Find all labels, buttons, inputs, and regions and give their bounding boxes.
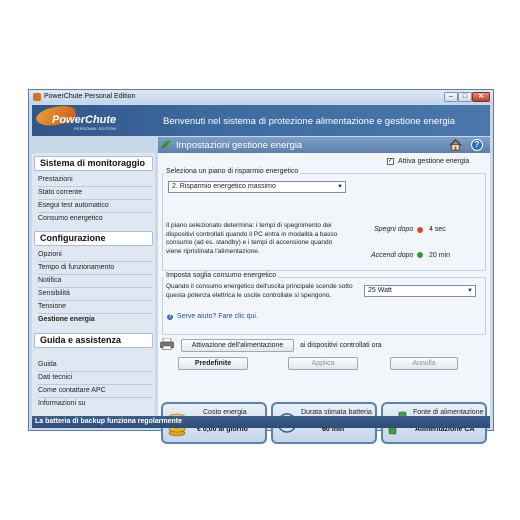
sidebar-heading-guida: Guida e assistenza xyxy=(34,333,153,348)
battery-runtime-title: Durata stimata batteria xyxy=(301,409,372,416)
sidebar-item-opzioni[interactable]: Opzioni xyxy=(38,251,62,258)
plan-select-value: 2. Risparmio energetico massimo xyxy=(172,183,276,190)
on-label: Accendi dopo xyxy=(371,252,414,259)
threshold-group-title: Imposta soglia consumo energetico xyxy=(164,272,279,279)
sidebar-item-gestione-energia[interactable]: Gestione energia xyxy=(38,316,95,323)
off-label: Spegni dopo xyxy=(374,226,414,233)
power-source-title: Fonte di alimentazione xyxy=(413,409,484,416)
printer-icon xyxy=(160,338,174,350)
sidebar-item-notifica[interactable]: Notifica xyxy=(38,277,61,284)
close-button[interactable]: ✕ xyxy=(472,92,490,102)
section-title: Impostazioni gestione energia xyxy=(176,140,303,151)
sidebar-item-guida[interactable]: Guida xyxy=(38,361,57,368)
defaults-button[interactable]: Predefinite xyxy=(178,357,248,370)
main-content: ✓ Attiva gestione energia Seleziona un p… xyxy=(158,153,490,416)
power-on-now-button[interactable]: Attivazione dell'alimentazione xyxy=(181,339,294,352)
threshold-select[interactable]: 25 Watt ▼ xyxy=(364,285,476,297)
banner: PowerChute PERSONAL EDITION Benvenuti ne… xyxy=(32,103,490,136)
logo-name: PowerChute xyxy=(52,114,117,126)
threshold-select-value: 25 Watt xyxy=(368,287,392,294)
maximize-button[interactable]: □ xyxy=(458,92,472,102)
status-bar: La batteria di backup funziona regolarme… xyxy=(32,416,490,428)
minimize-button[interactable]: – xyxy=(444,92,458,102)
help-icon[interactable]: ? xyxy=(471,139,483,151)
sidebar-item-test-automatico[interactable]: Esegui test automatico xyxy=(38,202,109,209)
divider xyxy=(38,274,153,275)
app-icon xyxy=(33,93,41,101)
leaf-icon xyxy=(161,139,171,149)
divider xyxy=(38,261,153,262)
divider xyxy=(38,397,153,398)
sidebar-item-tensione[interactable]: Tensione xyxy=(38,303,66,310)
sidebar-heading-monitoring: Sistema di monitoraggio xyxy=(34,156,153,171)
logo-subtitle: PERSONAL EDITION xyxy=(74,126,117,131)
sidebar: Sistema di monitoraggio Prestazioni Stat… xyxy=(32,153,155,416)
apply-button[interactable]: Applica xyxy=(288,357,358,370)
plan-select[interactable]: 2. Risparmio energetico massimo ▼ xyxy=(168,181,346,193)
app-window: PowerChute Personal Edition – □ ✕ PowerC… xyxy=(28,89,494,444)
sidebar-heading-configurazione: Configurazione xyxy=(34,231,153,246)
divider xyxy=(38,287,153,288)
sidebar-item-stato-corrente[interactable]: Stato corrente xyxy=(38,189,82,196)
help-link[interactable]: Serve aiuto? Fare clic qui. xyxy=(177,313,258,320)
divider xyxy=(38,199,153,200)
sidebar-item-contattare-apc[interactable]: Come contattare APC xyxy=(38,387,106,394)
on-value: 20 min xyxy=(429,252,451,259)
divider xyxy=(38,300,153,301)
sidebar-item-consumo-energetico[interactable]: Consumo energetico xyxy=(38,215,103,222)
sidebar-item-sensibilita[interactable]: Sensibilità xyxy=(38,290,70,297)
power-on-suffix: ai dispositivi controllati ora xyxy=(300,342,382,349)
status-text: La batteria di backup funziona regolarme… xyxy=(35,418,183,425)
divider xyxy=(38,313,153,314)
help-link-icon: ? xyxy=(166,313,174,321)
sidebar-item-tempo-funzionamento[interactable]: Tempo di funzionamento xyxy=(38,264,114,271)
plan-group-title: Seleziona un piano di risparmio energeti… xyxy=(164,168,301,175)
welcome-text: Benvenuti nel sistema di protezione alim… xyxy=(163,116,456,127)
home-icon[interactable] xyxy=(449,139,462,151)
sidebar-item-informazioni[interactable]: Informazioni su xyxy=(38,400,85,407)
chevron-down-icon: ▼ xyxy=(337,184,343,190)
divider xyxy=(38,186,153,187)
chevron-down-icon: ▼ xyxy=(467,288,473,294)
enable-label: Attiva gestione energia xyxy=(398,158,470,165)
cancel-button[interactable]: Annulla xyxy=(390,357,458,370)
divider xyxy=(38,371,153,372)
divider xyxy=(38,212,153,213)
power-off-icon xyxy=(416,226,424,234)
plan-description: Il piano selezionato determina: i tempi … xyxy=(166,222,338,255)
threshold-description: Quando il consumo energetico dell'uscita… xyxy=(166,283,353,299)
window-title: PowerChute Personal Edition xyxy=(44,93,136,100)
enable-checkbox[interactable]: ✓ xyxy=(387,158,394,165)
power-on-icon xyxy=(416,251,424,259)
divider xyxy=(38,384,153,385)
off-value: 4 sec xyxy=(429,226,446,233)
title-bar[interactable]: PowerChute Personal Edition – □ ✕ xyxy=(29,90,493,104)
energy-cost-title: Costo energia xyxy=(203,409,247,416)
sidebar-item-dati-tecnici[interactable]: Dati tecnici xyxy=(38,374,72,381)
sidebar-item-prestazioni[interactable]: Prestazioni xyxy=(38,176,73,183)
section-header: Impostazioni gestione energia ? xyxy=(158,137,490,153)
